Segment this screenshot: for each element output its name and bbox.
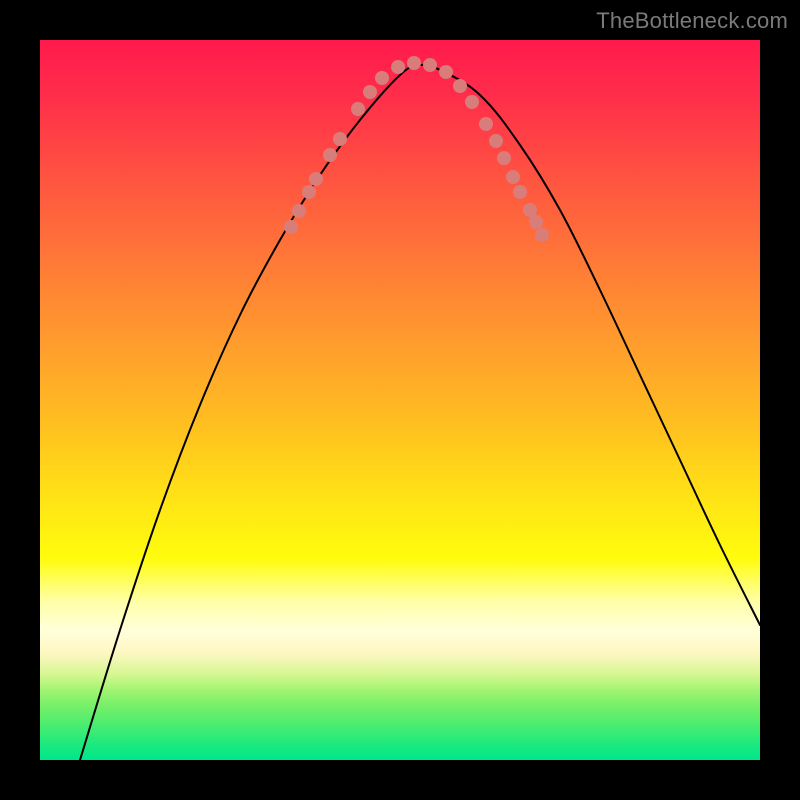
curve-line [80,65,760,760]
scatter-point [439,65,453,79]
watermark-text: TheBottleneck.com [596,8,788,34]
chart-container: TheBottleneck.com [0,0,800,800]
scatter-point [513,185,527,199]
scatter-point [333,132,347,146]
scatter-point [453,79,467,93]
scatter-point [407,56,421,70]
scatter-point [302,185,316,199]
scatter-point [391,60,405,74]
scatter-point [465,95,479,109]
scatter-points [284,56,549,242]
scatter-point [506,170,520,184]
scatter-point [351,102,365,116]
scatter-point [309,172,323,186]
scatter-point [529,215,543,229]
scatter-point [479,117,493,131]
scatter-point [423,58,437,72]
chart-svg [40,40,760,760]
scatter-point [363,85,377,99]
plot-frame [40,40,760,760]
scatter-point [292,204,306,218]
scatter-point [523,203,537,217]
scatter-point [497,151,511,165]
scatter-point [323,148,337,162]
scatter-point [489,134,503,148]
scatter-point [535,228,549,242]
scatter-point [284,220,298,234]
scatter-point [375,71,389,85]
